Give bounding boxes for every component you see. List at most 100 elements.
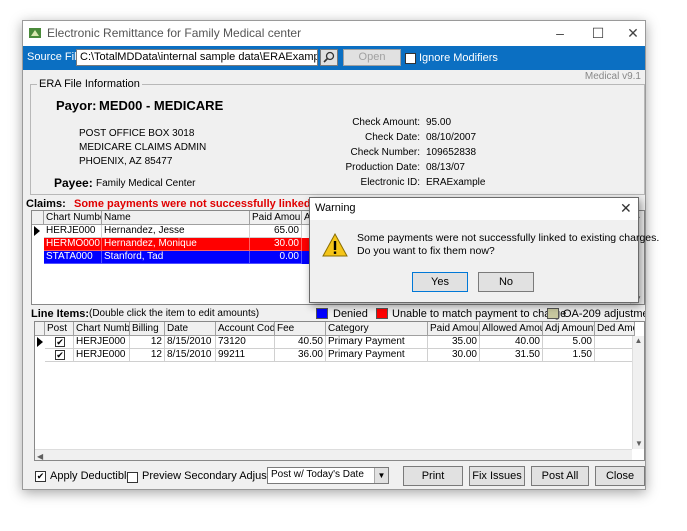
li-cell-fee: 40.50	[275, 336, 326, 349]
line-items-indicator-header	[35, 322, 45, 336]
warning-icon	[322, 233, 348, 257]
close-icon[interactable]: ✕	[624, 24, 642, 42]
payor-label: Payor:	[56, 98, 97, 113]
electronic-id-value: ERAExample	[426, 177, 486, 188]
li-header-fee[interactable]: Fee	[275, 322, 326, 336]
yes-button[interactable]: Yes	[412, 272, 468, 292]
dialog-message-line-1: Some payments were not successfully link…	[357, 232, 660, 244]
address-line-3: PHOENIX, AZ 85477	[79, 156, 173, 167]
line-items-label: Line Items:	[31, 308, 90, 320]
fix-issues-button[interactable]: Fix Issues	[469, 466, 525, 486]
no-button[interactable]: No	[478, 272, 534, 292]
ignore-modifiers-checkbox[interactable]	[405, 53, 416, 64]
magnifier-icon	[323, 51, 335, 63]
open-button[interactable]: Open	[343, 49, 401, 66]
line-items-hscroll[interactable]: ◀	[35, 449, 632, 460]
claims-row[interactable]: HERMO000 Hernandez, Monique 30.00	[44, 238, 322, 251]
claims-label: Claims:	[26, 198, 66, 210]
li-cell-code: 73120	[216, 336, 275, 349]
post-option-select[interactable]: Post w/ Today's Date ▼	[267, 467, 389, 484]
li-header-ded[interactable]: Ded Amou	[595, 322, 635, 336]
apply-deductible-checkbox[interactable]: ✔	[35, 471, 46, 482]
close-button[interactable]: Close	[595, 466, 645, 486]
payee-label: Payee:	[54, 176, 93, 190]
legend-unable-swatch	[376, 308, 388, 319]
post-checkbox[interactable]: ✔	[55, 350, 65, 360]
li-cell-category: Primary Payment	[326, 336, 428, 349]
li-cell-allowed: 31.50	[480, 349, 543, 362]
minimize-icon[interactable]: –	[551, 24, 569, 42]
warning-dialog: Warning ✕ Some payments were not success…	[309, 197, 659, 303]
check-amount-value: 95.00	[426, 117, 452, 128]
preview-secondary-checkbox[interactable]	[127, 472, 138, 483]
browse-button[interactable]	[320, 49, 338, 66]
check-date-label: Check Date:	[364, 132, 420, 143]
legend-denied-label: Denied	[333, 308, 368, 320]
claims-cell-name: Hernandez, Jesse	[102, 225, 250, 238]
li-header-allowed[interactable]: Allowed Amount	[480, 322, 543, 336]
era-file-info-label: ERA File Information	[37, 78, 142, 90]
maximize-icon[interactable]: ☐	[589, 24, 607, 42]
claims-row-indicator-header	[32, 211, 44, 225]
claims-cell-paid: 65.00	[250, 225, 302, 238]
row-pointer-icon	[37, 337, 43, 347]
claims-header-name[interactable]: Name	[102, 211, 250, 225]
li-cell-chart: HERJE000	[74, 349, 130, 362]
scroll-left-icon[interactable]: ◀	[37, 452, 43, 460]
check-number-label: Check Number:	[350, 147, 420, 158]
claims-warning: Some payments were not successfully link…	[74, 198, 350, 210]
version-label: Medical v9.1	[584, 71, 641, 82]
scroll-down-icon[interactable]: ▼	[633, 439, 644, 448]
claims-row[interactable]: HERJE000 Hernandez, Jesse 65.00	[32, 225, 322, 238]
post-checkbox[interactable]: ✔	[55, 337, 65, 347]
source-bar: Source File: C:\TotalMDData\internal sam…	[23, 46, 645, 70]
chevron-down-icon[interactable]: ▼	[374, 468, 388, 483]
line-items-grid: Post Chart Number Billing Date Account C…	[34, 321, 645, 461]
table-row[interactable]: ✔ HERJE000 12 8/15/2010 73120 40.50 Prim…	[35, 336, 635, 349]
scroll-up-icon[interactable]: ▲	[633, 336, 644, 345]
dialog-close-icon[interactable]: ✕	[620, 200, 632, 217]
li-header-adj[interactable]: Adj Amount	[543, 322, 595, 336]
electronic-id-label: Electronic ID:	[360, 177, 420, 188]
line-items-vscroll[interactable]: ▲ ▼	[632, 336, 644, 449]
li-cell-billing: 12	[130, 336, 165, 349]
post-cell: ✔	[45, 336, 74, 349]
production-date-label: Production Date:	[345, 162, 421, 173]
legend-oa209-label: OA-209 adjustment	[563, 308, 645, 320]
li-cell-paid: 35.00	[428, 336, 480, 349]
li-header-date[interactable]: Date	[165, 322, 216, 336]
claims-cell-chart: HERJE000	[44, 225, 102, 238]
legend-denied-swatch	[316, 308, 328, 319]
li-cell-paid: 30.00	[428, 349, 480, 362]
li-header-post[interactable]: Post	[45, 322, 74, 336]
li-header-billing[interactable]: Billing	[130, 322, 165, 336]
app-icon	[29, 28, 41, 38]
payee-value: Family Medical Center	[96, 178, 196, 189]
legend-oa209-swatch	[547, 308, 559, 319]
claims-row[interactable]: STATA000 Stanford, Tad 0.00	[44, 251, 322, 264]
claims-cell-paid: 30.00	[250, 238, 302, 251]
post-cell: ✔	[45, 349, 74, 362]
li-header-chart[interactable]: Chart Number	[74, 322, 130, 336]
li-cell-billing: 12	[130, 349, 165, 362]
li-header-paid[interactable]: Paid Amount	[428, 322, 480, 336]
li-cell-fee: 36.00	[275, 349, 326, 362]
li-cell-category: Primary Payment	[326, 349, 428, 362]
li-header-category[interactable]: Category	[326, 322, 428, 336]
claims-header-paid[interactable]: Paid Amount	[250, 211, 302, 225]
li-cell-allowed: 40.00	[480, 336, 543, 349]
source-file-input[interactable]: C:\TotalMDData\internal sample data\ERAE…	[76, 49, 318, 66]
li-header-account-code[interactable]: Account Code	[216, 322, 275, 336]
li-cell-date: 8/15/2010	[165, 349, 216, 362]
table-row[interactable]: ✔ HERJE000 12 8/15/2010 99211 36.00 Prim…	[35, 349, 635, 362]
claims-cell-chart: STATA000	[44, 251, 102, 264]
li-cell-ded	[595, 349, 635, 362]
dialog-title: Warning	[315, 202, 356, 214]
post-all-button[interactable]: Post All	[531, 466, 589, 486]
title-bar: Electronic Remittance for Family Medical…	[23, 21, 645, 46]
claims-cell-name: Stanford, Tad	[102, 251, 250, 264]
print-report-button[interactable]: Print Report	[403, 466, 463, 489]
window-title: Electronic Remittance for Family Medical…	[47, 26, 302, 40]
ignore-modifiers-label: Ignore Modifiers	[419, 52, 498, 64]
claims-header-chart[interactable]: Chart Number	[44, 211, 102, 225]
